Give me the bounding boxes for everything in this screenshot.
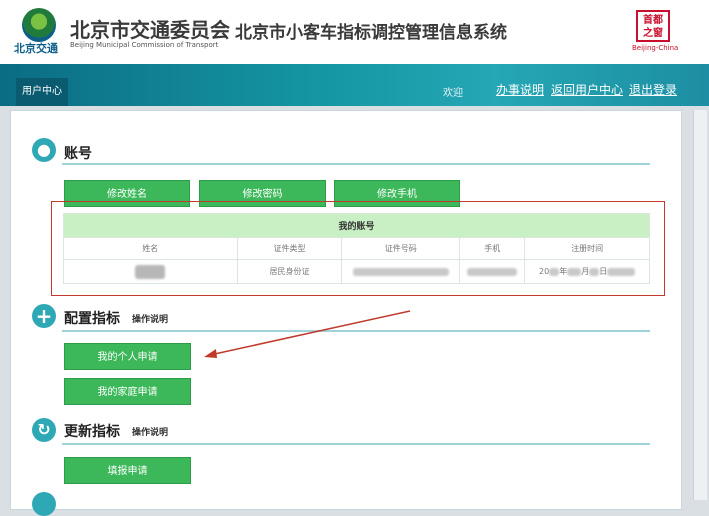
table-row: 居民身份证 20 年月日 <box>63 259 650 284</box>
org-name-en: Beijing Municipal Commission of Transpor… <box>70 41 219 49</box>
user-icon: ● <box>32 138 56 162</box>
section-divider <box>62 443 650 445</box>
my-family-application-button[interactable]: 我的家庭申请 <box>64 378 191 405</box>
org-name: 北京市交通委员会 <box>70 18 230 42</box>
tab-user-center[interactable]: 用户中心 <box>16 78 68 106</box>
seal-en-text: Beijing-China <box>632 44 679 52</box>
quota-help-link[interactable]: 操作说明 <box>132 312 168 325</box>
renew-help-link[interactable]: 操作说明 <box>132 425 168 438</box>
top-header: 北京交通 北京市交通委员会 Beijing Municipal Commissi… <box>0 0 709 64</box>
table-caption: 我的账号 <box>63 213 650 238</box>
col-reg-time: 注册时间 <box>524 237 650 260</box>
section-title-quota: 配置指标 <box>64 311 120 327</box>
my-personal-application-button[interactable]: 我的个人申请 <box>64 343 191 370</box>
scrollbar[interactable] <box>693 110 707 500</box>
link-logout[interactable]: 退出登录 <box>629 81 677 98</box>
refresh-icon: ↻ <box>32 418 56 442</box>
cell-reg-time: 20 年月日 <box>524 259 650 284</box>
col-id-type: 证件类型 <box>236 237 343 260</box>
cell-id-type: 居民身份证 <box>236 259 343 284</box>
cell-phone <box>459 259 526 284</box>
section-title-renew: 更新指标 <box>64 424 120 440</box>
col-id-number: 证件号码 <box>341 237 461 260</box>
commission-logo-icon <box>22 8 56 42</box>
cell-name <box>63 259 238 284</box>
welcome-text: 欢迎 <box>443 88 463 99</box>
section-divider <box>62 163 650 165</box>
link-service-guide[interactable]: 办事说明 <box>496 81 544 98</box>
col-name: 姓名 <box>63 237 238 260</box>
cell-id-number <box>341 259 461 284</box>
col-phone: 手机 <box>459 237 526 260</box>
section-title-account: 账号 <box>64 146 92 162</box>
link-back-user-center[interactable]: 返回用户中心 <box>551 81 623 98</box>
system-name: 北京市小客车指标调控管理信息系统 <box>235 23 507 43</box>
account-table: 我的账号 姓名 证件类型 证件号码 手机 注册时间 居民身份证 20 年月日 <box>63 213 650 284</box>
submit-application-button[interactable]: 填报申请 <box>64 457 191 484</box>
nav-bar: 用户中心 欢迎 办事说明 返回用户中心 退出登录 <box>0 64 709 106</box>
annotation-arrow <box>204 310 411 358</box>
logo-text: 北京交通 <box>14 42 58 55</box>
section-icon-partial <box>32 492 56 516</box>
capital-window-seal-icon: 首都 之窗 <box>636 10 670 42</box>
plus-icon: + <box>32 304 56 328</box>
